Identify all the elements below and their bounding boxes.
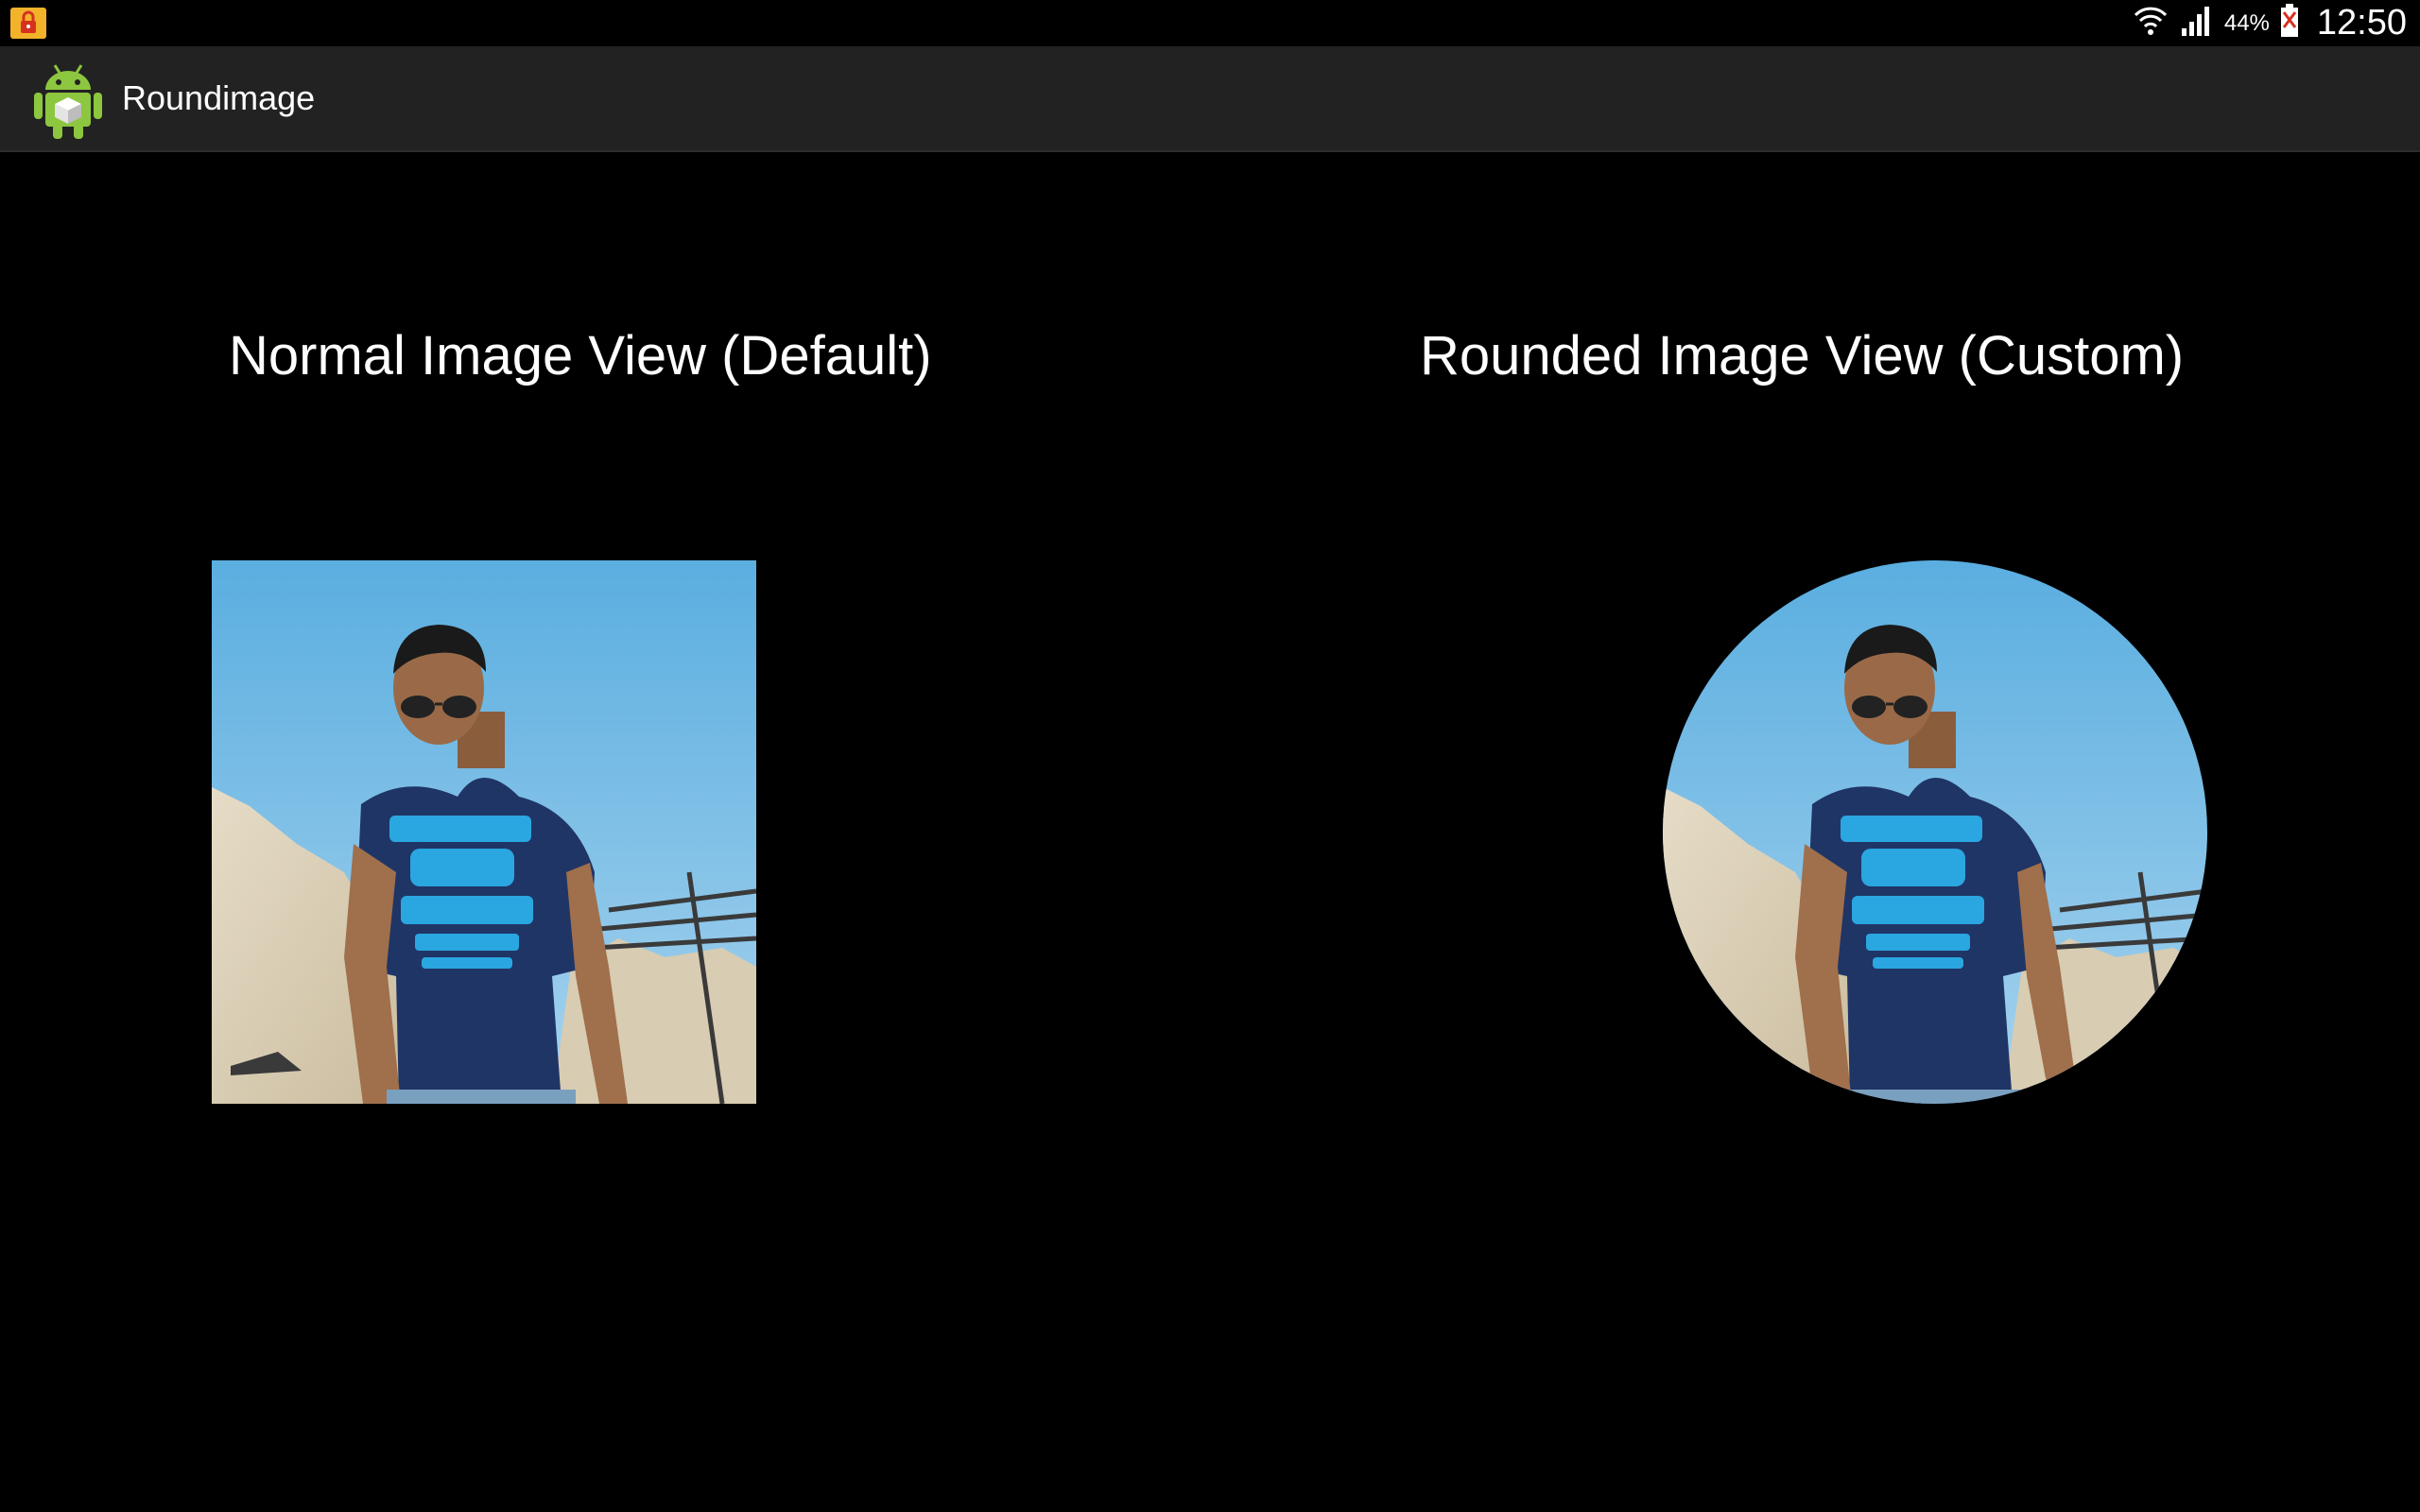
android-app-icon[interactable]: [32, 60, 104, 141]
normal-image-view: [212, 560, 756, 1104]
portrait-photo: [212, 560, 756, 1104]
normal-image-title: Normal Image View (Default): [229, 325, 932, 387]
status-bar: 44% 12:50: [0, 0, 2420, 46]
rounded-image-title: Rounded Image View (Custom): [1420, 325, 2185, 387]
rounded-image-view: [1663, 560, 2207, 1104]
lock-icon: [10, 8, 46, 39]
signal-icon: [2179, 4, 2213, 43]
app-title: Roundimage: [122, 78, 316, 117]
action-bar: Roundimage: [0, 46, 2420, 152]
wifi-icon: [2132, 4, 2169, 43]
battery-icon: [2279, 3, 2300, 43]
status-icons: 44% 12:50: [2132, 0, 2407, 46]
battery-percent: 44%: [2223, 9, 2270, 36]
clock: 12:50: [2316, 3, 2407, 43]
portrait-photo-circular: [1663, 560, 2207, 1104]
